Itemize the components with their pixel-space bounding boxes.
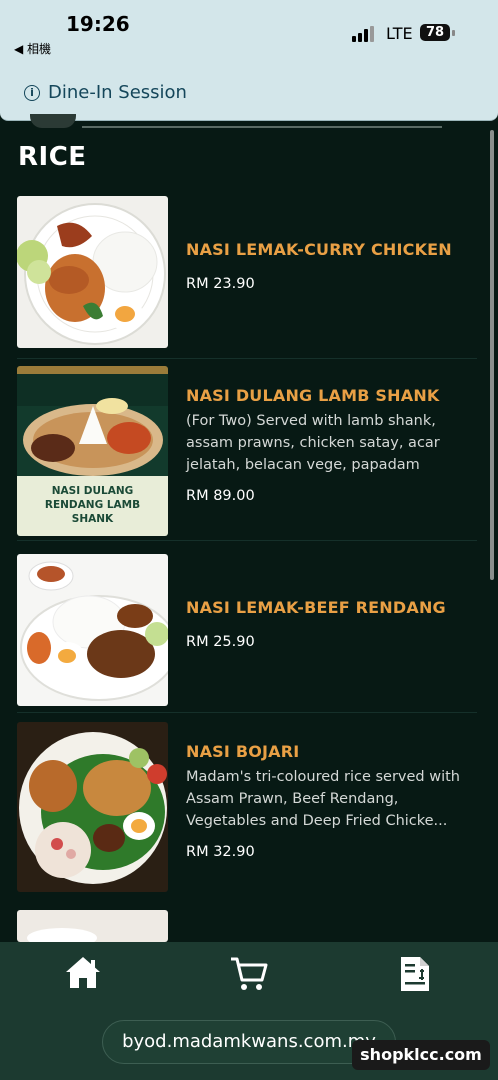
menu-item[interactable]: NASI LEMAK-BEEF RENDANG RM 25.90 (0, 554, 490, 708)
menu-item[interactable]: NASI BOJARI Madam's tri-coloured rice se… (0, 722, 490, 894)
item-description: Madam's tri-coloured rice served with As… (186, 769, 460, 829)
cart-icon[interactable] (228, 954, 270, 998)
item-name[interactable]: NASI LEMAK-CURRY CHICKEN (186, 240, 452, 259)
receipt-icon[interactable] (398, 954, 432, 998)
image-caption: NASI DULANG RENDANG LAMB SHANK (44, 485, 141, 525)
status-time: 19:26 (66, 12, 130, 36)
menu-item[interactable]: NASI LEMAK-CURRY CHICKEN RM 23.90 (0, 196, 490, 356)
home-icon[interactable] (63, 954, 103, 996)
dish-image[interactable]: NASI DULANG RENDANG LAMB SHANK (17, 366, 168, 536)
dish-image[interactable] (17, 910, 168, 942)
item-price: RM 25.90 (186, 634, 255, 650)
section-title: RICE (18, 142, 87, 172)
session-label: Dine-In Session (48, 82, 187, 103)
divider (17, 540, 477, 541)
info-icon: i (24, 85, 40, 101)
item-name[interactable]: NASI LEMAK-BEEF RENDANG (186, 598, 446, 617)
category-underline (82, 126, 442, 128)
item-name[interactable]: NASI DULANG LAMB SHANK (186, 386, 440, 405)
item-price: RM 23.90 (186, 276, 255, 292)
signal-icon (352, 24, 378, 42)
item-name[interactable]: NASI BOJARI (186, 742, 299, 761)
menu-item[interactable]: NASI DULANG RENDANG LAMB SHANK NASI DULA… (0, 366, 490, 538)
dish-image[interactable] (17, 196, 168, 348)
menu-item[interactable] (0, 910, 490, 942)
item-description: (For Two) Served with lamb shank, assam … (186, 413, 440, 473)
back-to-camera-link[interactable]: ◀ 相機 (14, 40, 51, 57)
item-price: RM 32.90 (186, 844, 255, 860)
item-price: RM 89.00 (186, 488, 255, 504)
dish-image[interactable] (17, 722, 168, 892)
dish-image[interactable] (17, 554, 168, 706)
watermark: shopklcc.com (352, 1040, 490, 1070)
battery-tip (452, 30, 455, 36)
network-type: LTE (386, 24, 413, 43)
status-bar: 19:26 ◀ 相機 LTE 78 (0, 0, 498, 70)
category-tab-fragment[interactable] (30, 114, 76, 128)
divider (17, 712, 477, 713)
divider (17, 358, 477, 359)
battery-icon: 78 (420, 24, 450, 41)
scrollbar[interactable] (490, 130, 494, 580)
